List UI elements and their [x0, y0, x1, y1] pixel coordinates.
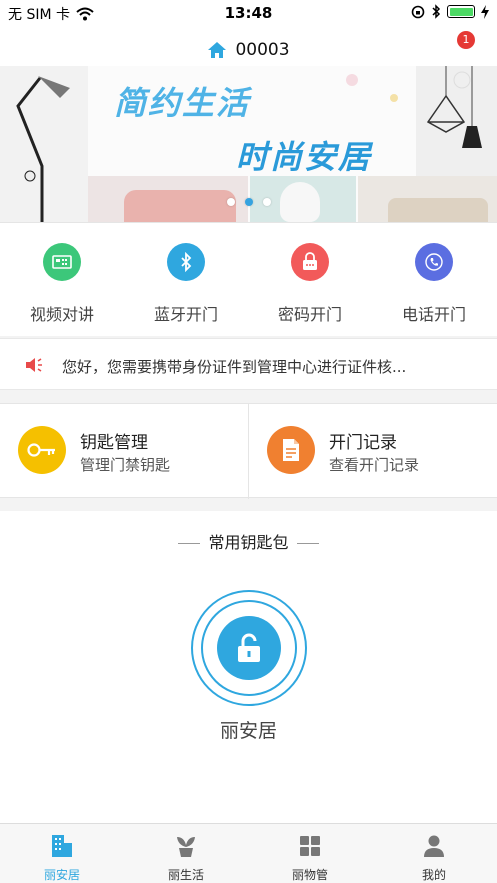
tab-life[interactable]: 丽生活 — [124, 832, 248, 883]
notice-text: 您好，您需要携带身份证件到管理中心进行证件核... — [62, 358, 407, 376]
lock-keypad-icon — [291, 243, 329, 281]
key-management-subtitle: 管理门禁钥匙 — [80, 456, 171, 474]
key-management-card[interactable]: 钥匙管理 管理门禁钥匙 — [18, 426, 238, 478]
bluetooth-icon — [167, 243, 205, 281]
tab-label: 丽物管 — [291, 868, 328, 882]
banner-carousel[interactable]: 简约生活 时尚安居 — [0, 66, 497, 222]
community-selector[interactable]: 00003 — [0, 40, 497, 60]
banner-headline-1: 简约生活 — [114, 84, 251, 122]
tab-label: 我的 — [421, 868, 446, 882]
status-bar: 无 SIM 卡 13:48 — [0, 0, 497, 28]
password-unlock-label: 密码开门 — [277, 305, 342, 324]
charging-icon — [481, 4, 489, 19]
phone-icon — [415, 243, 453, 281]
grid-icon — [248, 832, 372, 860]
video-intercom-button[interactable]: 视频对讲 — [0, 243, 124, 325]
unlock-icon — [238, 633, 260, 662]
home-icon — [208, 42, 227, 58]
notice-bar[interactable]: 您好，您需要携带身份证件到管理中心进行证件核... — [0, 338, 497, 390]
management-section: 钥匙管理 管理门禁钥匙 开门记录 查看开门记录 — [0, 403, 497, 499]
card-divider — [248, 404, 249, 499]
unlock-records-card[interactable]: 开门记录 查看开门记录 — [267, 426, 487, 478]
bluetooth-unlock-button[interactable]: 蓝牙开门 — [124, 243, 248, 325]
unlock-records-title: 开门记录 — [329, 433, 397, 453]
bluetooth-unlock-label: 蓝牙开门 — [153, 305, 218, 324]
section-heading: 常用钥匙包 — [0, 529, 497, 553]
phone-unlock-button[interactable]: 电话开门 — [372, 243, 496, 325]
building-icon — [0, 832, 124, 860]
tab-lianju[interactable]: 丽安居 — [0, 832, 124, 883]
orientation-lock-icon — [411, 5, 425, 18]
phone-unlock-label: 电话开门 — [401, 305, 466, 324]
page-title: 00003 — [235, 40, 290, 60]
carousel-indicator — [0, 198, 497, 206]
carousel-dot-active[interactable] — [244, 198, 253, 206]
tab-mine[interactable]: 我的 — [372, 832, 496, 883]
notification-badge[interactable]: 1 — [457, 31, 475, 49]
video-intercom-icon — [43, 243, 81, 281]
battery-icon — [447, 5, 475, 18]
bluetooth-status-icon — [432, 4, 441, 19]
password-unlock-button[interactable]: 密码开门 — [248, 243, 372, 325]
tab-bar: 丽安居 丽生活 丽物管 我的 — [0, 823, 497, 883]
status-indicators — [411, 4, 489, 19]
frequent-keys-section: 常用钥匙包 丽安居 — [0, 511, 497, 823]
video-intercom-label: 视频对讲 — [29, 305, 94, 324]
plant-icon — [124, 832, 248, 860]
carousel-dot[interactable] — [226, 198, 235, 206]
key-name-label: 丽安居 — [219, 720, 277, 742]
tab-label: 丽安居 — [43, 868, 80, 882]
key-icon — [18, 426, 66, 474]
carousel-dot[interactable] — [262, 198, 271, 206]
nav-bar: 00003 1 — [0, 28, 497, 66]
banner-headline-2: 时尚安居 — [236, 138, 373, 176]
unlock-records-subtitle: 查看开门记录 — [329, 456, 420, 474]
tab-property[interactable]: 丽物管 — [248, 832, 372, 883]
unlock-button[interactable] — [217, 616, 281, 680]
person-icon — [372, 832, 496, 860]
quick-actions: 视频对讲 蓝牙开门 密码开门 电话开门 — [0, 222, 497, 336]
document-icon — [267, 426, 315, 474]
key-management-title: 钥匙管理 — [80, 433, 148, 453]
tab-label: 丽生活 — [167, 868, 204, 882]
speaker-icon — [26, 358, 42, 372]
